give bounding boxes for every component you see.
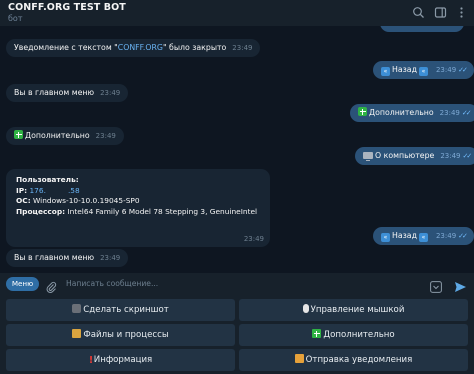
chat-header: CONFF.ORG TEST BOT бот bbox=[0, 0, 474, 26]
message-time: 23:49 bbox=[95, 132, 116, 140]
message-text: Вы в главном меню bbox=[14, 88, 95, 97]
message-time: 23:49 bbox=[100, 254, 121, 262]
message-time: 23:49 bbox=[243, 235, 264, 244]
message-bubble-out: «Назад « 23:49 ✓✓ bbox=[373, 227, 474, 245]
message-composer: Меню Написать сообщение... bbox=[0, 273, 474, 295]
keyboard-button-label: Отправка уведомления bbox=[305, 355, 413, 365]
ip-value-start[interactable]: 176. bbox=[29, 186, 45, 195]
search-icon[interactable] bbox=[412, 6, 425, 19]
message-time: 23:49 bbox=[435, 232, 457, 240]
plus-icon bbox=[312, 329, 322, 338]
os-value: Windows-10-10.0.19045-SP0 bbox=[33, 196, 140, 206]
message-time: 23:49 bbox=[435, 66, 457, 74]
back-icon: « bbox=[381, 67, 390, 76]
plus-icon bbox=[358, 107, 367, 116]
message-text: О компьютере bbox=[375, 151, 435, 160]
message-text: Назад bbox=[392, 231, 417, 240]
message-bubble-out: Дополнительно 23:49 ✓✓ bbox=[350, 104, 474, 122]
keyboard-button-info[interactable]: !Информация bbox=[6, 349, 235, 371]
bot-menu-button[interactable]: Меню bbox=[6, 277, 39, 291]
message-text: Вы в главном меню bbox=[14, 253, 95, 262]
message-text: Назад bbox=[392, 65, 417, 74]
message-time: 23:49 bbox=[440, 152, 461, 160]
attach-icon[interactable] bbox=[46, 278, 57, 293]
message-text: " было закрыто bbox=[162, 43, 227, 52]
message-bubble-in: Вы в главном меню 23:49 bbox=[6, 84, 129, 102]
message-input[interactable]: Написать сообщение... bbox=[66, 277, 158, 291]
ip-label: IP: bbox=[16, 185, 28, 195]
mail-icon bbox=[294, 354, 304, 363]
ip-value-end[interactable]: .58 bbox=[68, 186, 80, 195]
keyboard-button-label: Дополнительно bbox=[323, 330, 395, 340]
send-icon[interactable] bbox=[454, 278, 467, 292]
camera-icon bbox=[72, 304, 82, 313]
os-label: ОС: bbox=[16, 196, 31, 206]
computer-icon bbox=[363, 152, 373, 161]
message-text: Уведомление с текстом " bbox=[14, 43, 118, 52]
message-bubble-in: Дополнительно 23:49 bbox=[6, 127, 124, 145]
keyboard-button-label: Информация bbox=[93, 355, 153, 365]
sidebar-toggle-icon[interactable] bbox=[434, 6, 447, 19]
keyboard-button-label: Сделать скриншот bbox=[83, 305, 169, 315]
chat-title[interactable]: CONFF.ORG TEST BOT bbox=[8, 2, 126, 13]
keyboard-button-label: Управление мышкой bbox=[310, 305, 405, 315]
plus-icon bbox=[14, 130, 23, 139]
folder-icon bbox=[72, 329, 82, 338]
more-icon[interactable] bbox=[455, 6, 468, 19]
message-text: Дополнительно bbox=[369, 108, 434, 117]
info-heading: Пользователь: bbox=[16, 175, 79, 184]
back-icon: « bbox=[418, 233, 428, 242]
read-ticks-icon: ✓✓ bbox=[458, 66, 468, 74]
message-bubble-out: О компьютере 23:49 ✓✓ bbox=[355, 147, 474, 165]
message-link[interactable]: CONFF.ORG bbox=[118, 43, 163, 52]
keyboard-button-mouse[interactable]: Управление мышкой bbox=[239, 299, 468, 321]
mouse-icon bbox=[302, 304, 309, 313]
keyboard-button-additional[interactable]: Дополнительно bbox=[239, 324, 468, 346]
keyboard-button-screenshot[interactable]: Сделать скриншот bbox=[6, 299, 235, 321]
message-text: Дополнительно bbox=[25, 131, 90, 140]
keyboard-button-files[interactable]: Файлы и процессы bbox=[6, 324, 235, 346]
chat-subtitle: бот bbox=[8, 14, 23, 23]
keyboard-button-notify[interactable]: Отправка уведомления bbox=[239, 349, 468, 371]
message-list[interactable]: Уведомление с текстом "CONFF.ORG" было з… bbox=[0, 26, 474, 273]
read-ticks-icon: ✓✓ bbox=[458, 232, 468, 240]
read-ticks-icon: ✓✓ bbox=[461, 109, 472, 117]
cpu-value: Intel64 Family 6 Model 78 Stepping 3, Ge… bbox=[67, 206, 258, 216]
message-time: 23:49 bbox=[100, 89, 121, 97]
message-time: 23:49 bbox=[439, 109, 460, 117]
read-ticks-icon: ✓✓ bbox=[462, 152, 473, 160]
exclamation-icon: ! bbox=[88, 355, 94, 366]
message-bubble-out: «Назад « 23:49 ✓✓ bbox=[373, 61, 474, 79]
system-info-message: Пользователь: IP: 176. .58 ОС: Windows-10… bbox=[6, 169, 270, 247]
back-icon: « bbox=[418, 67, 428, 76]
cpu-label: Процессор: bbox=[16, 206, 66, 216]
message-bubble-out bbox=[380, 26, 464, 32]
back-icon: « bbox=[381, 233, 390, 242]
bot-keyboard: Сделать скриншот Управление мышкой Файлы… bbox=[0, 295, 474, 374]
message-bubble-in: Уведомление с текстом "CONFF.ORG" было з… bbox=[6, 39, 261, 57]
message-bubble-in: Вы в главном меню 23:49 bbox=[6, 249, 129, 267]
keyboard-toggle-icon[interactable] bbox=[430, 278, 442, 293]
message-time: 23:49 bbox=[232, 44, 253, 52]
keyboard-button-label: Файлы и процессы bbox=[83, 330, 169, 340]
